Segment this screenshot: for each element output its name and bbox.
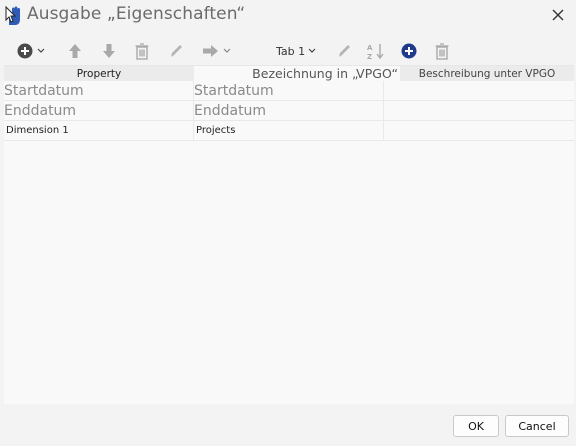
column-header-beschreibung[interactable]: Beschreibung unter VPGO (400, 66, 574, 81)
close-icon[interactable] (548, 5, 568, 25)
property-cell[interactable]: Enddatum (4, 101, 192, 120)
property-value: Startdatum (4, 82, 84, 99)
plus-circle-icon (401, 43, 417, 59)
arrow-up-icon (69, 44, 81, 58)
svg-text:A: A (367, 44, 373, 52)
sort-az-icon: A Z (367, 44, 384, 60)
cancel-button[interactable]: Cancel (505, 415, 569, 437)
tab-selector[interactable]: Tab 1 (276, 40, 316, 62)
column-header-bezeichnung[interactable]: Bezeichnung in „VPGO“ (251, 66, 398, 81)
table-row[interactable]: Enddatum Enddatum (4, 101, 574, 121)
move-down-button[interactable] (102, 40, 116, 62)
property-value: Dimension 1 (6, 125, 69, 136)
delete-tab-button[interactable] (434, 40, 450, 62)
plus-circle-icon (17, 43, 33, 59)
ok-button[interactable]: OK (453, 415, 499, 437)
tab-selector-label: Tab 1 (276, 44, 306, 58)
move-up-button[interactable] (68, 40, 82, 62)
title-bar: Ausgabe „Eigenschaften“ (0, 0, 576, 30)
beschreibung-cell[interactable] (383, 101, 575, 120)
bezeichnung-value: Enddatum (194, 102, 267, 119)
property-cell[interactable]: Startdatum (4, 81, 192, 100)
move-to-dropdown-button[interactable] (202, 40, 231, 62)
add-tab-button[interactable] (400, 40, 418, 62)
table-row[interactable]: Dimension 1 Projects (4, 121, 574, 141)
chevron-down-icon (308, 48, 316, 53)
arrow-down-icon (103, 44, 115, 58)
app-hand-icon (5, 5, 23, 27)
table-row[interactable]: Startdatum Startdatum (4, 81, 574, 101)
chevron-down-icon (37, 48, 45, 53)
bezeichnung-cell[interactable]: Enddatum (193, 101, 384, 120)
bezeichnung-value: Projects (196, 125, 236, 136)
rename-tab-button[interactable] (336, 40, 352, 62)
column-header-property[interactable]: Property (4, 66, 194, 81)
chevron-down-icon (223, 48, 231, 53)
properties-grid: Property Bezeichnung in „VPGO“ Beschreib… (4, 65, 574, 404)
arrow-right-icon (203, 45, 218, 57)
bezeichnung-cell[interactable]: Startdatum (193, 81, 384, 100)
property-cell[interactable]: Dimension 1 (4, 121, 192, 140)
beschreibung-cell[interactable] (383, 121, 575, 140)
property-value: Enddatum (4, 102, 77, 119)
beschreibung-cell[interactable] (383, 81, 575, 100)
svg-text:Z: Z (367, 53, 372, 60)
toolbar: Tab 1 A Z (6, 38, 574, 64)
edit-button[interactable] (168, 40, 184, 62)
bezeichnung-value: Startdatum (194, 82, 274, 99)
trash-icon (135, 43, 149, 60)
pencil-icon (339, 45, 350, 57)
delete-button[interactable] (134, 40, 150, 62)
add-dropdown-button[interactable] (16, 40, 45, 62)
window-title: Ausgabe „Eigenschaften“ (27, 4, 246, 24)
bezeichnung-cell[interactable]: Projects (193, 121, 384, 140)
sort-az-button[interactable]: A Z (366, 40, 386, 62)
trash-icon (435, 43, 449, 60)
pencil-icon (171, 45, 182, 57)
